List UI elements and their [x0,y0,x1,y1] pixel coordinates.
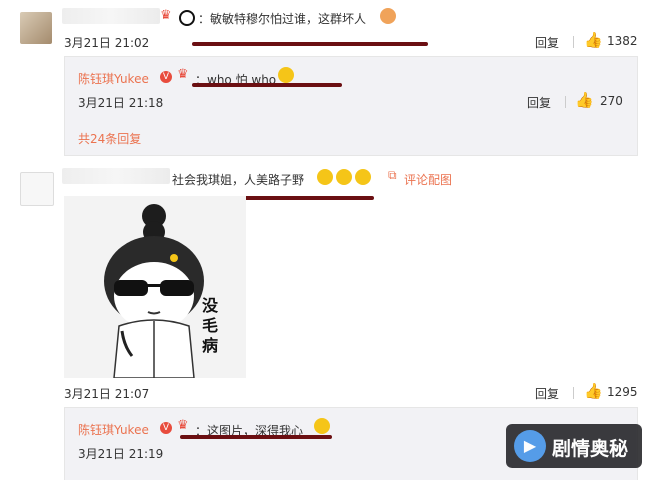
avatar[interactable] [20,12,52,44]
cat-emoji-icon [380,8,396,24]
comment-text: ：敏敏特穆尔怕过谁，这群坏人 [198,12,367,26]
reply-timestamp: 3月21日 21:18 [78,96,164,110]
reply-author[interactable]: 陈钰琪Yukee [78,421,149,438]
reply-button[interactable]: 回复 [535,385,559,402]
laughing-emoji-icon [317,169,333,185]
verified-icon: V [160,422,172,434]
highlight-underline [192,42,428,46]
verified-icon: V [160,71,172,83]
avatar[interactable] [20,172,54,206]
comment-timestamp: 3月21日 21:02 [64,36,150,50]
reply-timestamp: 3月21日 21:19 [78,447,164,461]
laughing-emoji-icon [336,169,352,185]
commenter-name-blurred[interactable] [62,8,160,24]
reply-button[interactable]: 回复 [527,94,551,111]
watermark: ▶ 剧情奥秘 [506,424,642,468]
cartoon-girl-sticker [104,204,204,378]
reply-author[interactable]: 陈钰琪Yukee [78,70,149,87]
sunglasses-emoji-icon [278,67,294,83]
more-replies-link[interactable]: 共24条回复 [78,130,141,147]
panda-emoji-icon [179,10,195,26]
like-count: 1382 [607,34,638,48]
crown-icon: ♛ [177,67,189,82]
laughing-emoji-icon [355,169,371,185]
image-caption: 没毛病 [202,296,219,355]
like-count: 270 [600,94,623,108]
heart-eyes-emoji-icon [314,418,330,434]
like-icon[interactable]: 👍 [575,91,594,109]
highlight-underline [180,435,332,439]
divider [565,96,566,108]
play-logo-icon: ▶ [514,430,546,462]
reply-button[interactable]: 回复 [535,34,559,51]
comment-image[interactable]: 没毛病 [64,196,246,378]
image-icon: ⧉ [388,168,397,182]
crown-icon: ♛ [177,418,189,433]
like-icon[interactable]: 👍 [584,31,603,49]
comment-image-link[interactable]: 评论配图 [404,171,452,188]
divider [573,387,574,399]
crown-icon: ♛ [160,8,172,23]
divider [573,36,574,48]
watermark-text: 剧情奥秘 [552,438,629,460]
comment-timestamp: 3月21日 21:07 [64,387,150,401]
highlight-underline [192,83,342,87]
comment-text: 社会我琪姐，人美路子野 [172,173,305,187]
like-count: 1295 [607,385,638,399]
like-icon[interactable]: 👍 [584,382,603,400]
commenter-name-blurred[interactable] [62,168,170,184]
